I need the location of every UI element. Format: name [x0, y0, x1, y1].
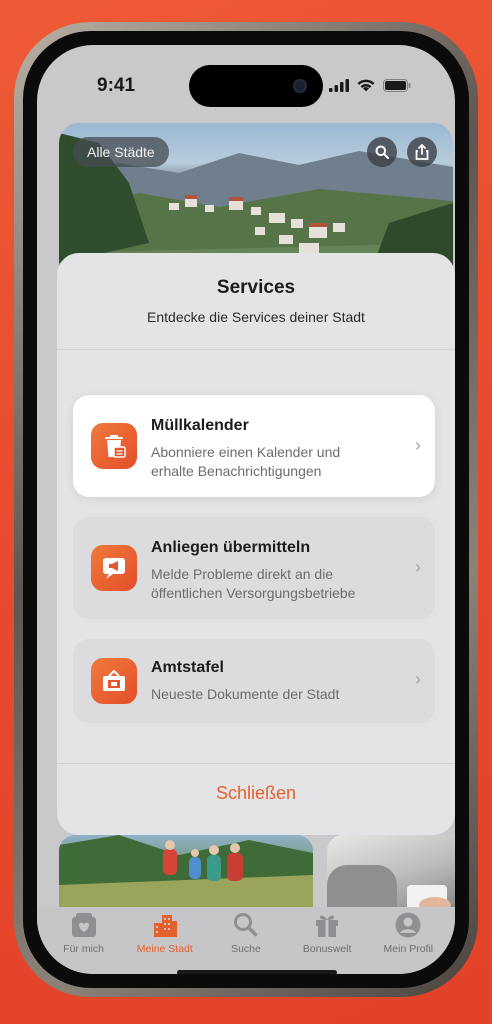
notice-board-icon — [91, 658, 137, 704]
service-title: Anliegen übermitteln — [151, 539, 311, 556]
service-item-anliegen[interactable]: Anliegen übermitteln Melde Probleme dire… — [73, 517, 435, 619]
tab-bar: Für mich Meine Stadt Suche Bonuswelt Mei… — [37, 907, 455, 974]
share-button[interactable] — [407, 137, 437, 167]
chevron-right-icon: › — [415, 557, 421, 577]
services-sheet: Services Entdecke die Services deiner St… — [57, 253, 455, 835]
chevron-right-icon: › — [415, 669, 421, 689]
home-indicator[interactable] — [177, 970, 337, 974]
service-title: Amtstafel — [151, 659, 224, 676]
tab-fuer-mich[interactable]: Für mich — [45, 911, 123, 974]
sheet-title: Services — [216, 277, 296, 298]
all-cities-button[interactable]: Alle Städte — [73, 137, 169, 167]
chevron-right-icon: › — [415, 435, 421, 455]
megaphone-icon — [91, 545, 137, 591]
tab-meine-stadt[interactable]: Meine Stadt — [126, 911, 204, 974]
service-description: Melde Probleme direkt an die öffentlichen… — [151, 566, 356, 601]
wifi-icon — [357, 79, 375, 92]
search-button[interactable] — [367, 137, 397, 167]
city-icon — [153, 915, 177, 937]
dynamic-island — [189, 65, 323, 107]
gift-icon — [316, 915, 339, 937]
divider — [57, 763, 455, 764]
battery-icon — [383, 79, 411, 92]
screen: 9:41 Alle Städte Services Entdecke die S… — [37, 45, 455, 974]
status-time: 9:41 — [97, 75, 136, 96]
service-title: Müllkalender — [151, 417, 249, 434]
close-button[interactable]: Schließen — [57, 783, 455, 804]
inbox-icon — [71, 913, 96, 937]
profile-icon — [395, 912, 421, 938]
trash-calendar-icon — [91, 423, 137, 469]
tab-bonuswelt[interactable]: Bonuswelt — [288, 911, 366, 974]
service-description: Abonniere einen Kalender und erhalte Bena… — [151, 444, 341, 479]
phone-frame: 9:41 Alle Städte Services Entdecke die S… — [14, 22, 478, 997]
search-icon — [375, 145, 389, 159]
tab-suche[interactable]: Suche — [207, 911, 285, 974]
service-item-amtstafel[interactable]: Amtstafel Neueste Dokumente der Stadt › — [73, 639, 435, 723]
phone-bezel: 9:41 Alle Städte Services Entdecke die S… — [23, 31, 469, 988]
service-description: Neueste Dokumente der Stadt — [151, 686, 340, 702]
tab-mein-profil[interactable]: Mein Profil — [369, 911, 447, 974]
status-icons — [329, 79, 411, 92]
signal-icon — [329, 79, 349, 92]
share-icon — [415, 144, 429, 160]
camera-icon — [293, 79, 307, 93]
sheet-subtitle: Entdecke die Services deiner Stadt — [147, 309, 365, 325]
service-item-muellkalender[interactable]: Müllkalender Abonniere einen Kalender un… — [73, 395, 435, 497]
divider — [57, 349, 455, 350]
search-icon — [233, 913, 258, 937]
